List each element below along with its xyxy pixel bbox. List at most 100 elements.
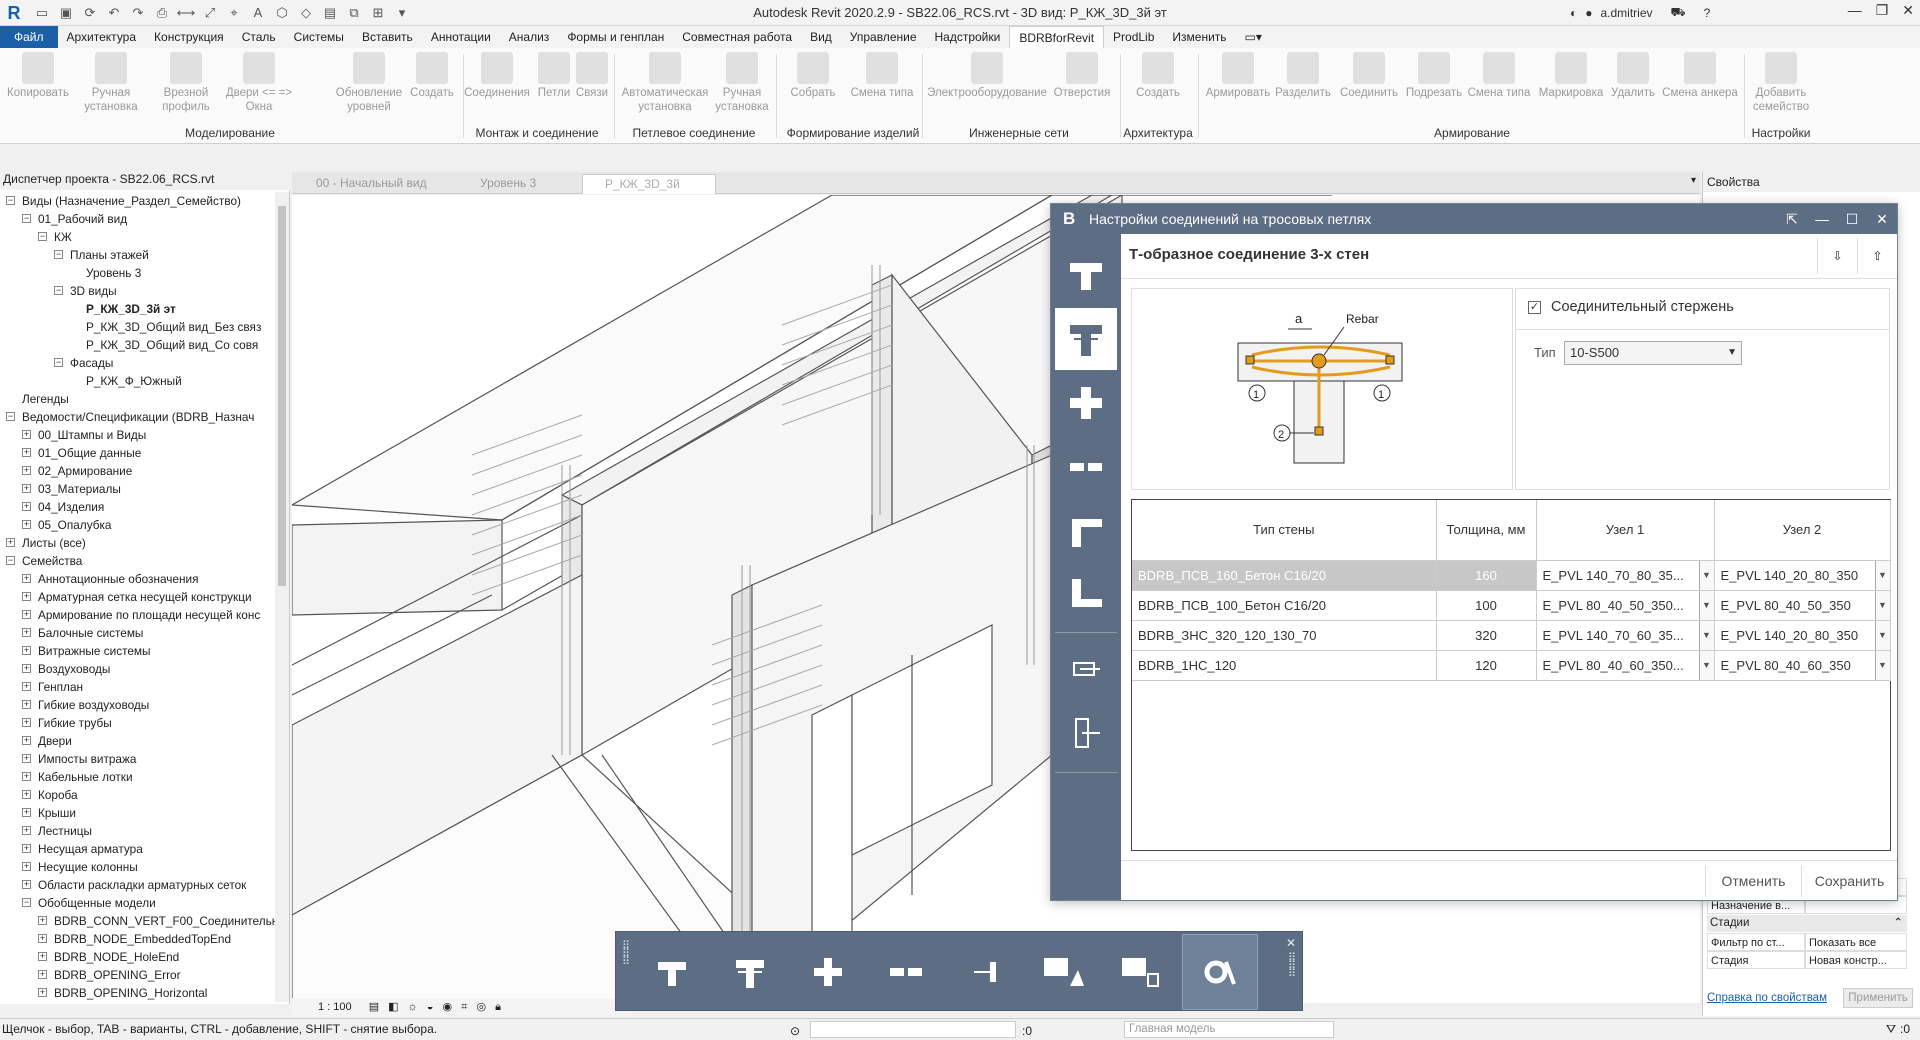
view-tab-level-3[interactable]: Уровень 3 xyxy=(458,174,570,194)
chevron-down-icon[interactable]: ▼ xyxy=(1698,590,1713,619)
browser-node[interactable]: + Армирование по площади несущей конс xyxy=(0,606,276,624)
browser-node[interactable]: − Планы этажей xyxy=(0,246,276,264)
browser-node[interactable]: + Короба xyxy=(0,786,276,804)
customize-qat-icon[interactable]: ▾ xyxy=(392,3,412,23)
expand-icon[interactable]: + xyxy=(22,808,31,817)
chevron-down-icon[interactable]: ▼ xyxy=(1874,650,1889,679)
tool-reinforce[interactable]: Армировать xyxy=(1202,52,1274,100)
help-icon[interactable]: ? xyxy=(1704,6,1711,20)
restore-icon[interactable]: ❐ xyxy=(1876,2,1889,19)
render-icon[interactable]: ◉ xyxy=(443,1001,453,1013)
expand-icon[interactable]: + xyxy=(22,520,31,529)
close-icon[interactable]: ✕ xyxy=(1902,2,1914,19)
browser-node[interactable]: + BDRB_NODE_HoleEnd xyxy=(0,948,276,966)
expand-icon[interactable]: + xyxy=(22,826,31,835)
browser-node[interactable]: + Импосты витража xyxy=(0,750,276,768)
browser-node[interactable]: − Обобщенные модели xyxy=(0,894,276,912)
browser-node[interactable]: − Фасады xyxy=(0,354,276,372)
expand-icon[interactable]: + xyxy=(22,484,31,493)
save-icon[interactable]: ▣ xyxy=(56,3,76,23)
view-tab-3d[interactable]: Р_КЖ_3D_3й эт✕ xyxy=(582,174,716,210)
expand-icon[interactable]: + xyxy=(38,934,47,943)
tool-create-architecture[interactable]: Создать xyxy=(1132,52,1184,100)
browser-node[interactable]: −01_Рабочий вид xyxy=(0,210,276,228)
collapse-icon[interactable]: ⌃ xyxy=(1893,915,1903,932)
browser-node[interactable]: +02_Армирование xyxy=(0,462,276,480)
tab-architecture[interactable]: Архитектура xyxy=(58,26,146,48)
tab-modify[interactable]: Изменить xyxy=(1163,26,1235,48)
tool-add-family[interactable]: Добавить семейство xyxy=(1748,52,1814,114)
chevron-down-icon[interactable]: ▼ xyxy=(1698,560,1713,589)
end-connection-button[interactable] xyxy=(1055,638,1117,700)
close-hidden-icon[interactable]: ⧉ xyxy=(344,3,364,23)
open-icon[interactable]: ▭ xyxy=(32,3,52,23)
cancel-button[interactable]: Отменить xyxy=(1705,865,1801,897)
thickness-cell[interactable]: 160 xyxy=(1436,560,1537,591)
tool-copy[interactable]: Копировать xyxy=(4,52,72,100)
save-button[interactable]: Сохранить xyxy=(1801,865,1897,897)
connector-rod-checkbox[interactable]: ✓ Соединительный стержень xyxy=(1528,299,1734,315)
browser-node[interactable]: −3D виды xyxy=(0,282,276,300)
toolbar-t-joint-3-walls-button[interactable] xyxy=(712,934,788,1010)
node-1-select[interactable]: E_PVL 80_40_50_350... ▼ xyxy=(1536,590,1715,621)
undo-icon[interactable]: ↶ xyxy=(104,3,124,23)
tab-file[interactable]: Файл xyxy=(0,26,58,48)
visual-style-icon[interactable]: ◧ xyxy=(388,1001,398,1013)
hide-icon[interactable]: ◎ xyxy=(476,1001,486,1013)
browser-node[interactable]: + Двери xyxy=(0,732,276,750)
expand-icon[interactable]: + xyxy=(22,718,31,727)
browser-node[interactable]: + Воздуховоды xyxy=(0,660,276,678)
cart-icon[interactable]: ⛟ xyxy=(1671,5,1686,21)
revit-logo-icon[interactable]: R xyxy=(4,3,24,23)
filter-icon[interactable]: ⛛ xyxy=(1886,1019,1896,1040)
sun-path-icon[interactable]: ☼ xyxy=(408,1001,418,1013)
expand-icon[interactable]: + xyxy=(22,880,31,889)
tab-insert[interactable]: Вставить xyxy=(353,26,422,48)
node-1-select[interactable]: E_PVL 140_70_80_35... ▼ xyxy=(1536,560,1715,591)
tool-change-type-rebar[interactable]: Смена типа xyxy=(1464,52,1534,100)
tool-cut-profile[interactable]: Врезной профиль xyxy=(156,52,216,114)
expand-icon[interactable]: + xyxy=(22,772,31,781)
view-tab-start[interactable]: 00 - Начальный вид xyxy=(294,174,454,194)
project-browser-scrollbar[interactable] xyxy=(275,192,289,1002)
tool-join[interactable]: Соединить xyxy=(1336,52,1402,100)
expand-icon[interactable]: + xyxy=(22,736,31,745)
dialog-minimize-icon[interactable]: — xyxy=(1807,204,1837,234)
tool-trim[interactable]: Подрезать xyxy=(1402,52,1466,100)
collapse-icon[interactable]: − xyxy=(22,898,31,907)
expand-icon[interactable]: + xyxy=(22,862,31,871)
browser-node[interactable]: + Крыши xyxy=(0,804,276,822)
expand-icon[interactable]: + xyxy=(22,754,31,763)
browser-node[interactable]: Р_КЖ_3D_Общий вид_Без связ xyxy=(0,318,276,336)
thickness-cell[interactable]: 320 xyxy=(1436,620,1537,651)
3d-view-icon[interactable]: ⬡ xyxy=(272,3,292,23)
browser-node[interactable]: + BDRB_OPENING_Horizontal xyxy=(0,984,276,1002)
t-connection-3-walls-button[interactable] xyxy=(1055,308,1117,370)
tool-manual-install[interactable]: Ручная установка xyxy=(80,52,142,114)
dialog-maximize-icon[interactable]: ☐ xyxy=(1837,204,1867,234)
toolbar-grip-icon[interactable]: ⠿ ⠿ ⠿ xyxy=(622,941,632,1002)
node-2-select[interactable]: E_PVL 80_40_50_350 ▼ xyxy=(1714,590,1891,621)
table-row[interactable]: BDRB_ЗНС_320_120_130_70 320 E_PVL 140_70… xyxy=(1132,620,1891,651)
tab-annotate[interactable]: Аннотации xyxy=(422,26,500,48)
worksets-dropdown[interactable] xyxy=(810,1021,1016,1038)
tool-update-levels[interactable]: Обновление уровней xyxy=(330,52,408,114)
print-icon[interactable]: ⎙ xyxy=(152,3,172,23)
expand-icon[interactable]: + xyxy=(22,430,31,439)
browser-node[interactable]: + Аннотационные обозначения xyxy=(0,570,276,588)
tab-systems[interactable]: Системы xyxy=(285,26,353,48)
browser-node[interactable]: + Листы (все) xyxy=(0,534,276,552)
browser-node[interactable]: + Генплан xyxy=(0,678,276,696)
browser-node[interactable]: + BDRB_OPENING_Error xyxy=(0,966,276,984)
tool-openings[interactable]: Отверстия xyxy=(1050,52,1114,100)
table-row[interactable]: BDRB_1НС_120 120 E_PVL 80_40_60_350... ▼ … xyxy=(1132,650,1891,681)
expand-icon[interactable]: + xyxy=(38,970,47,979)
wall-type-cell[interactable]: BDRB_ЗНС_320_120_130_70 xyxy=(1132,620,1437,651)
expand-icon[interactable]: + xyxy=(38,916,47,925)
toolbar-linear-joint-button[interactable] xyxy=(868,934,944,1010)
browser-node[interactable]: − Ведомости/Спецификации (BDRB_Назнач xyxy=(0,408,276,426)
expand-icon[interactable]: + xyxy=(22,664,31,673)
node-2-select[interactable]: E_PVL 140_20_80_350 ▼ xyxy=(1714,560,1891,591)
cross-connection-button[interactable] xyxy=(1055,372,1117,434)
tool-manual-install-loop[interactable]: Ручная установка xyxy=(714,52,770,114)
